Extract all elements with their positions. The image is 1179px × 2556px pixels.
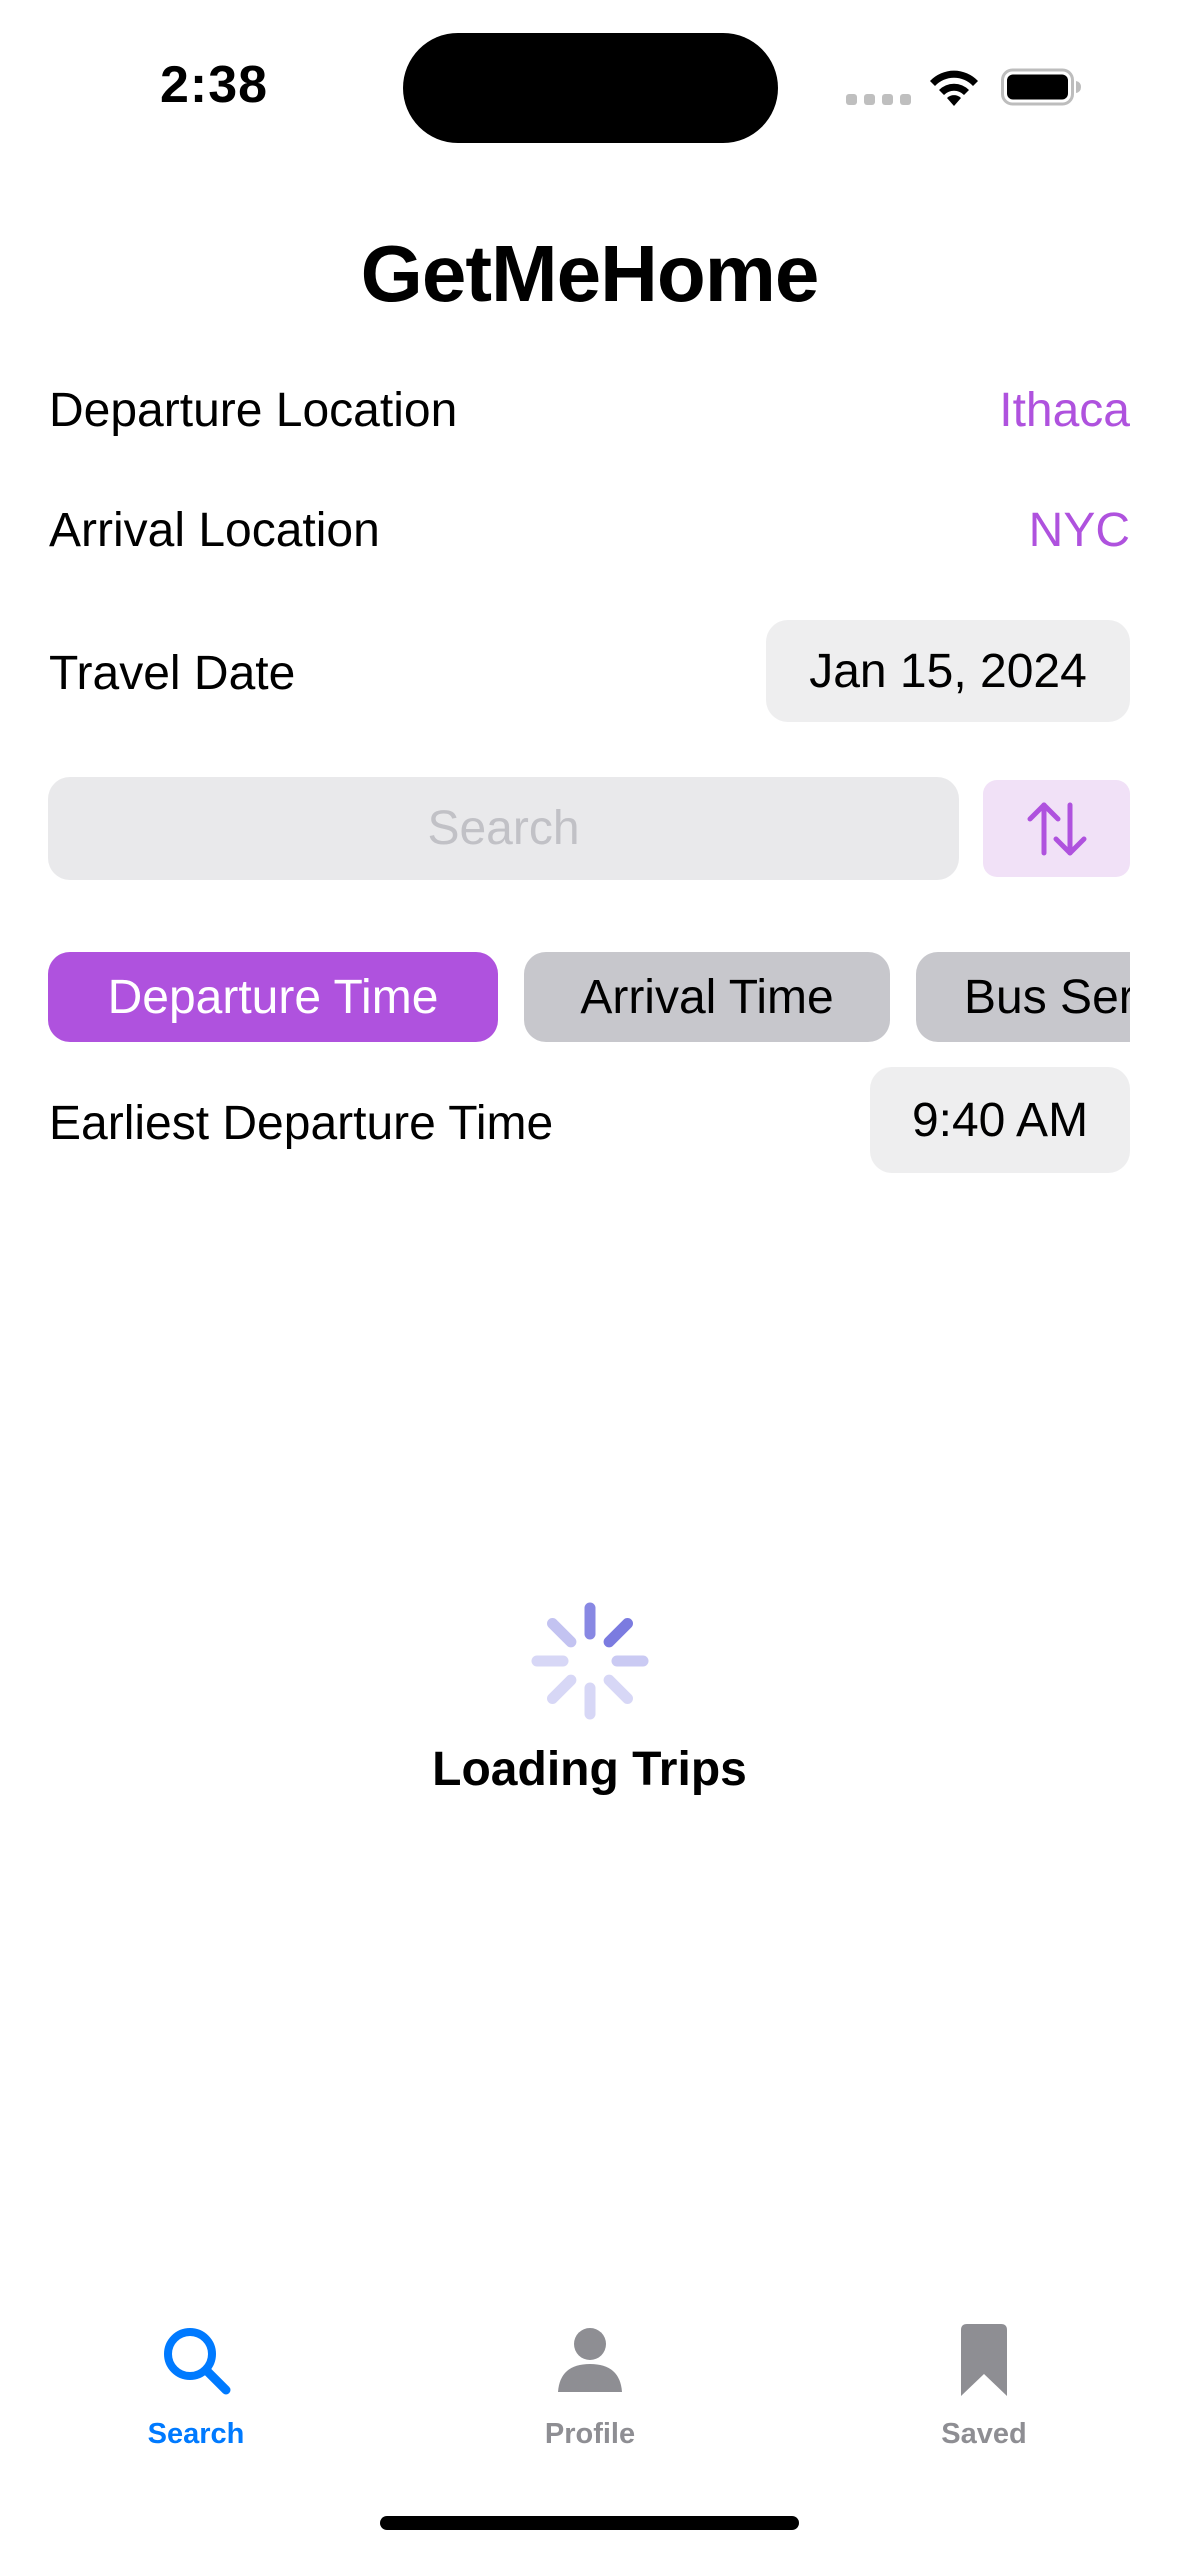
magnifier-icon [164,2328,231,2395]
tab-bus-service[interactable]: Bus Ser [916,952,1130,1042]
tabbar-label-search: Search [147,2418,245,2450]
sort-tabs: Departure Time Arrival Time Bus Ser [48,952,1130,1042]
arrival-location-label: Arrival Location [49,504,380,557]
earliest-departure-time-picker[interactable]: 9:40 AM [870,1067,1130,1173]
tabbar-item-profile[interactable]: Profile [480,2322,700,2462]
swap-locations-button[interactable] [983,780,1130,877]
tab-arrival-time[interactable]: Arrival Time [524,952,890,1042]
dynamic-island [403,33,778,143]
battery-icon [1001,68,1081,106]
home-indicator [380,2516,799,2530]
loading-text: Loading Trips [432,1743,747,1796]
status-time: 2:38 [160,56,269,114]
bookmark-icon [961,2324,1007,2396]
loading-spinner-icon [531,1602,649,1720]
tab-departure-time[interactable]: Departure Time [48,952,498,1042]
arrival-location-value[interactable]: NYC [1029,503,1130,558]
travel-date-label: Travel Date [49,647,296,700]
swap-vertical-arrows-icon [1027,802,1086,855]
departure-location-value[interactable]: Ithaca [999,383,1130,438]
wifi-icon [930,70,978,106]
tabbar-label-saved: Saved [941,2418,1027,2450]
search-input[interactable] [48,777,959,880]
earliest-departure-label: Earliest Departure Time [49,1097,554,1150]
cellular-signal-icon [846,94,911,105]
tabbar-item-search[interactable]: Search [86,2322,306,2462]
person-icon [558,2328,622,2392]
app-title: GetMeHome [360,229,820,318]
tabbar-item-saved[interactable]: Saved [874,2322,1094,2462]
departure-location-label: Departure Location [49,384,458,437]
tabbar-label-profile: Profile [544,2418,636,2450]
travel-date-picker[interactable]: Jan 15, 2024 [766,620,1130,722]
